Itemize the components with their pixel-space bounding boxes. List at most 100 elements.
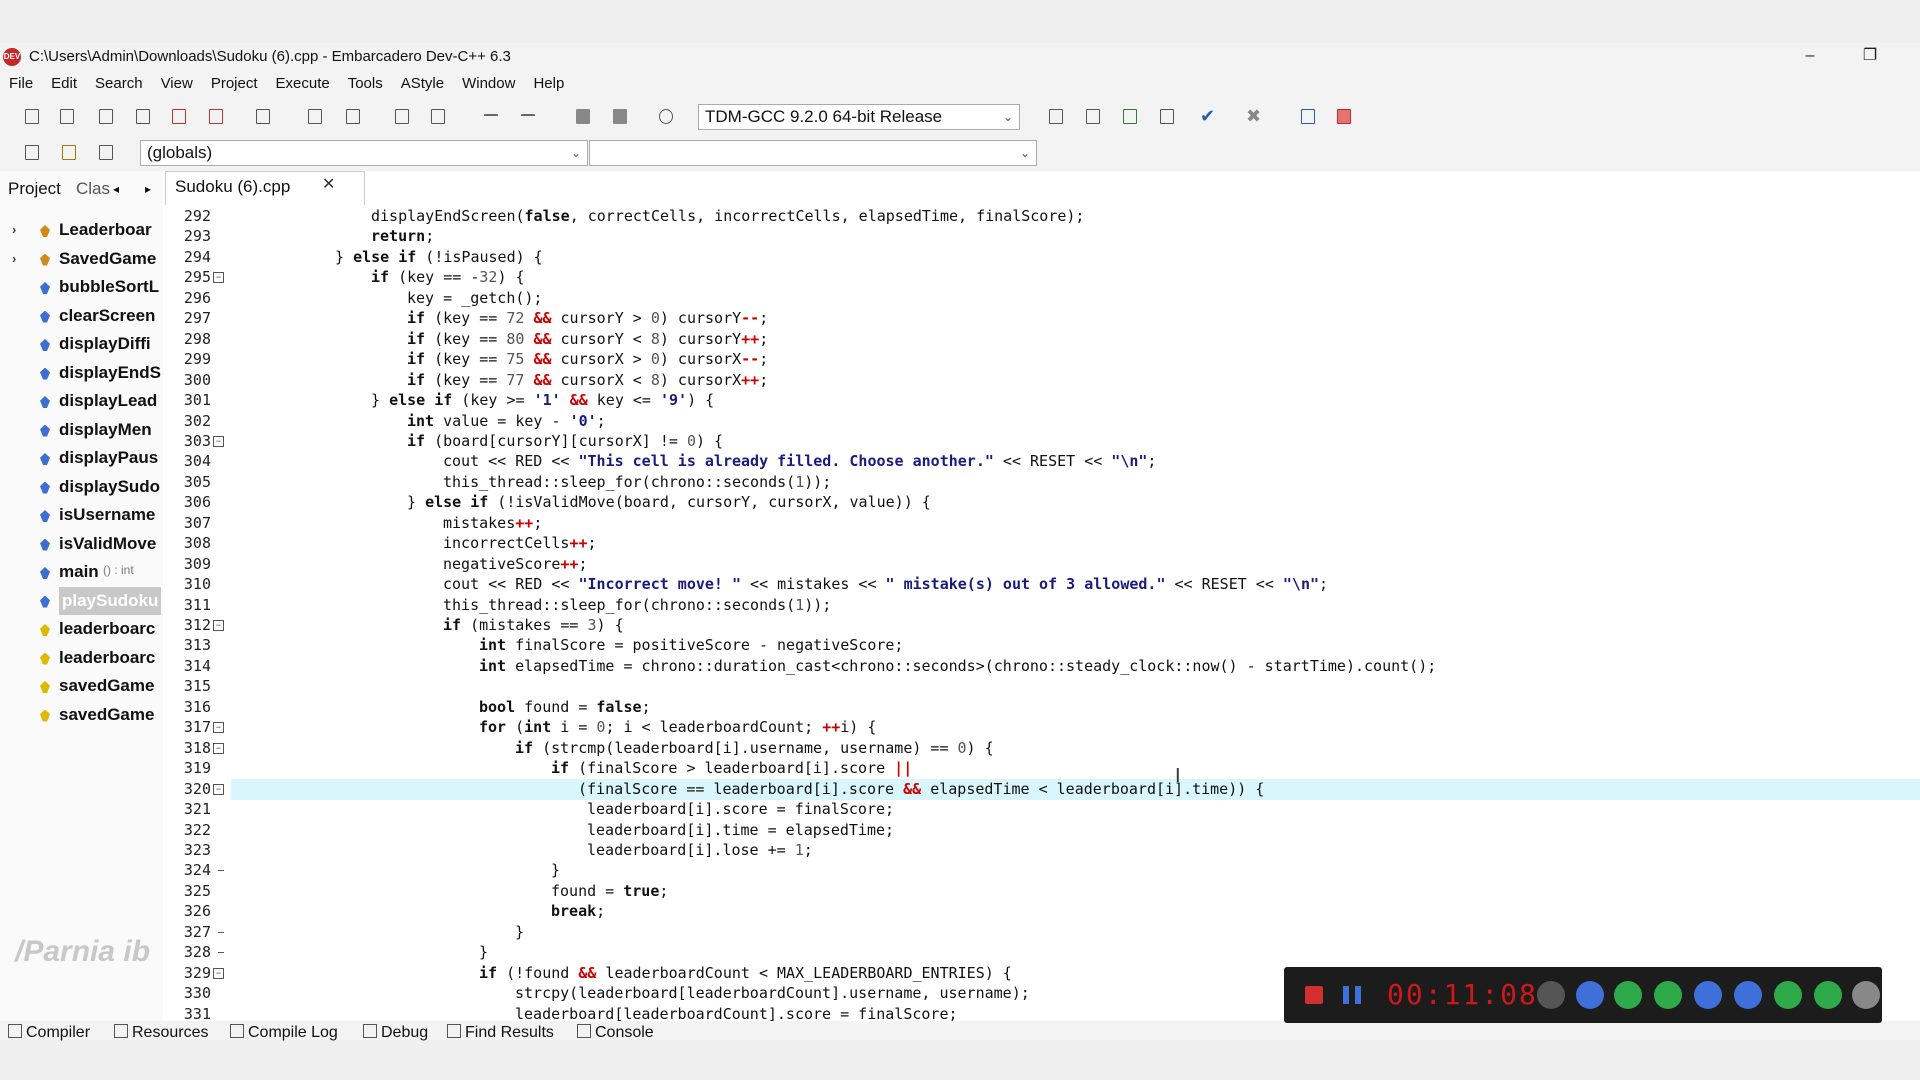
code-line[interactable]: if (key == 75 && cursorX > 0) cursorX--; (231, 349, 1920, 370)
tree-item[interactable]: displayMen (0, 416, 163, 444)
expand-arrow-icon[interactable]: › (12, 216, 16, 244)
tab-compiler[interactable]: Compiler (8, 1021, 90, 1045)
chevron-left-icon[interactable]: ◂ (113, 176, 119, 202)
insert-icon[interactable] (19, 141, 45, 165)
close-tab-icon[interactable]: ✕ (322, 174, 335, 194)
code-line[interactable]: found = true; (231, 881, 1920, 902)
close-file-icon[interactable] (166, 105, 192, 129)
fold-collapse-icon[interactable]: − (213, 272, 224, 284)
compile-icon[interactable] (1043, 105, 1069, 129)
unindent-icon[interactable] (425, 105, 451, 129)
debug-icon[interactable] (1331, 105, 1357, 129)
code-line[interactable]: if (key == 77 && cursorX < 8) cursorX++; (231, 370, 1920, 391)
code-line[interactable]: } (231, 942, 1920, 963)
syntax-check-icon[interactable]: ✔ (1200, 105, 1226, 129)
code-line[interactable]: leaderboard[i].time = elapsedTime; (231, 820, 1920, 841)
new-file-icon[interactable] (19, 105, 45, 129)
minimize-button[interactable]: – (1790, 43, 1830, 69)
menu-search[interactable]: Search (86, 71, 152, 97)
microphone-icon[interactable] (1654, 981, 1682, 1009)
code-line[interactable]: if (key == -32) { (231, 267, 1920, 288)
tree-item[interactable]: isValidMove (0, 530, 163, 558)
code-line[interactable]: this_thread::sleep_for(chrono::seconds(1… (231, 472, 1920, 493)
code-line[interactable]: leaderboard[i].lose += 1; (231, 840, 1920, 861)
code-line[interactable]: mistakes++; (231, 513, 1920, 534)
webcam-icon[interactable] (1694, 981, 1722, 1009)
code-line[interactable]: } else if (!isValidMove(board, cursorY, … (231, 492, 1920, 513)
code-line[interactable]: } (231, 860, 1920, 881)
tree-item[interactable]: › Leaderboar (0, 216, 163, 244)
code-line[interactable]: if (key == 80 && cursorY < 8) cursorY++; (231, 329, 1920, 350)
tree-item[interactable]: › SavedGame (0, 245, 163, 273)
code-editor[interactable]: 292 293 294 295−296 297 298 299 300 301 302 303−30… (163, 171, 1920, 1023)
compiler-select[interactable]: TDM-GCC 9.2.0 64-bit Release ⌄ (698, 104, 1020, 130)
toggle-icon[interactable] (93, 141, 119, 165)
fold-collapse-icon[interactable]: − (213, 967, 224, 979)
camera-icon[interactable] (1576, 981, 1604, 1009)
code-line[interactable]: } (231, 922, 1920, 943)
code-line[interactable]: leaderboard[i].score = finalScore; (231, 799, 1920, 820)
tab-classes[interactable]: Clas (76, 176, 110, 202)
tree-item[interactable]: savedGame (0, 672, 163, 700)
save-icon[interactable] (93, 105, 119, 129)
profile-icon[interactable] (1295, 105, 1321, 129)
chevron-right-icon[interactable]: ▸ (145, 176, 151, 202)
undo-icon[interactable] (478, 105, 504, 129)
code-line[interactable]: cout << RED << "This cell is already fil… (231, 451, 1920, 472)
tab-find-results[interactable]: Find Results (447, 1021, 554, 1045)
code-line[interactable]: int elapsedTime = chrono::duration_cast<… (231, 656, 1920, 677)
code-line[interactable]: if (key == 72 && cursorY > 0) cursorY--; (231, 308, 1920, 329)
code-line[interactable]: key = _getch(); (231, 288, 1920, 309)
find-icon[interactable] (302, 105, 328, 129)
indent-icon[interactable] (389, 105, 415, 129)
open-file-icon[interactable] (54, 105, 80, 129)
clock-icon[interactable] (1537, 981, 1565, 1009)
cursor-icon[interactable] (1774, 981, 1802, 1009)
tab-sudoku-file[interactable]: Sudoku (6).cpp ✕ (165, 171, 365, 205)
tab-debug[interactable]: Debug (363, 1021, 428, 1045)
tree-item[interactable]: displayPaus (0, 444, 163, 472)
code-area[interactable]: displayEndScreen(false, correctCells, in… (231, 205, 1920, 1021)
tree-item[interactable]: bubbleSortL (0, 273, 163, 301)
tree-item[interactable]: leaderboarc (0, 644, 163, 672)
fold-collapse-icon[interactable]: − (213, 620, 224, 631)
tab-console[interactable]: Console (577, 1021, 654, 1045)
tab-project[interactable]: Project (8, 176, 61, 202)
tree-item[interactable]: savedGame (0, 701, 163, 729)
bookmark-forward-icon[interactable] (607, 105, 633, 129)
code-line[interactable]: (finalScore == leaderboard[i].score && e… (231, 778, 1920, 800)
menu-tools[interactable]: Tools (339, 71, 392, 97)
tree-item[interactable]: displayDiffi (0, 330, 163, 358)
pause-icon[interactable] (1343, 986, 1361, 1004)
print-icon[interactable] (250, 105, 276, 129)
fold-collapse-icon[interactable]: − (213, 435, 224, 447)
speaker-icon[interactable] (1614, 981, 1642, 1009)
code-line[interactable]: if (strcmp(leaderboard[i].username, user… (231, 738, 1920, 759)
eye-icon[interactable] (1852, 981, 1880, 1009)
tab-resources[interactable]: Resources (114, 1021, 208, 1045)
tree-item[interactable]: clearScreen (0, 302, 163, 330)
redo-icon[interactable] (515, 105, 541, 129)
menu-execute[interactable]: Execute (267, 71, 339, 97)
compile-run-icon[interactable] (1117, 105, 1143, 129)
code-line[interactable]: break; (231, 901, 1920, 922)
menu-help[interactable]: Help (524, 71, 573, 97)
code-line[interactable]: cout << RED << "Incorrect move! " << mis… (231, 574, 1920, 595)
fold-collapse-icon[interactable]: − (213, 722, 224, 734)
code-line[interactable]: displayEndScreen(false, correctCells, in… (231, 206, 1920, 227)
tree-item[interactable]: displayLead (0, 387, 163, 415)
code-line[interactable]: if (finalScore > leaderboard[i].score || (231, 758, 1920, 779)
tree-item[interactable]: isUsername (0, 501, 163, 529)
code-line[interactable]: negativeScore++; (231, 554, 1920, 575)
code-line[interactable]: int finalScore = positiveScore - negativ… (231, 635, 1920, 656)
scope-select[interactable]: (globals) ⌄ (140, 140, 588, 166)
bookmark-icon[interactable] (653, 105, 679, 129)
menu-window[interactable]: Window (453, 71, 524, 97)
stop-recording-icon[interactable] (1305, 986, 1323, 1004)
save-all-icon[interactable] (130, 105, 156, 129)
member-select[interactable]: ⌄ (589, 140, 1037, 166)
replace-icon[interactable] (340, 105, 366, 129)
fullscreen-icon[interactable] (1814, 981, 1842, 1009)
code-line[interactable]: bool found = false; (231, 697, 1920, 718)
restore-button[interactable]: ❐ (1850, 43, 1890, 69)
